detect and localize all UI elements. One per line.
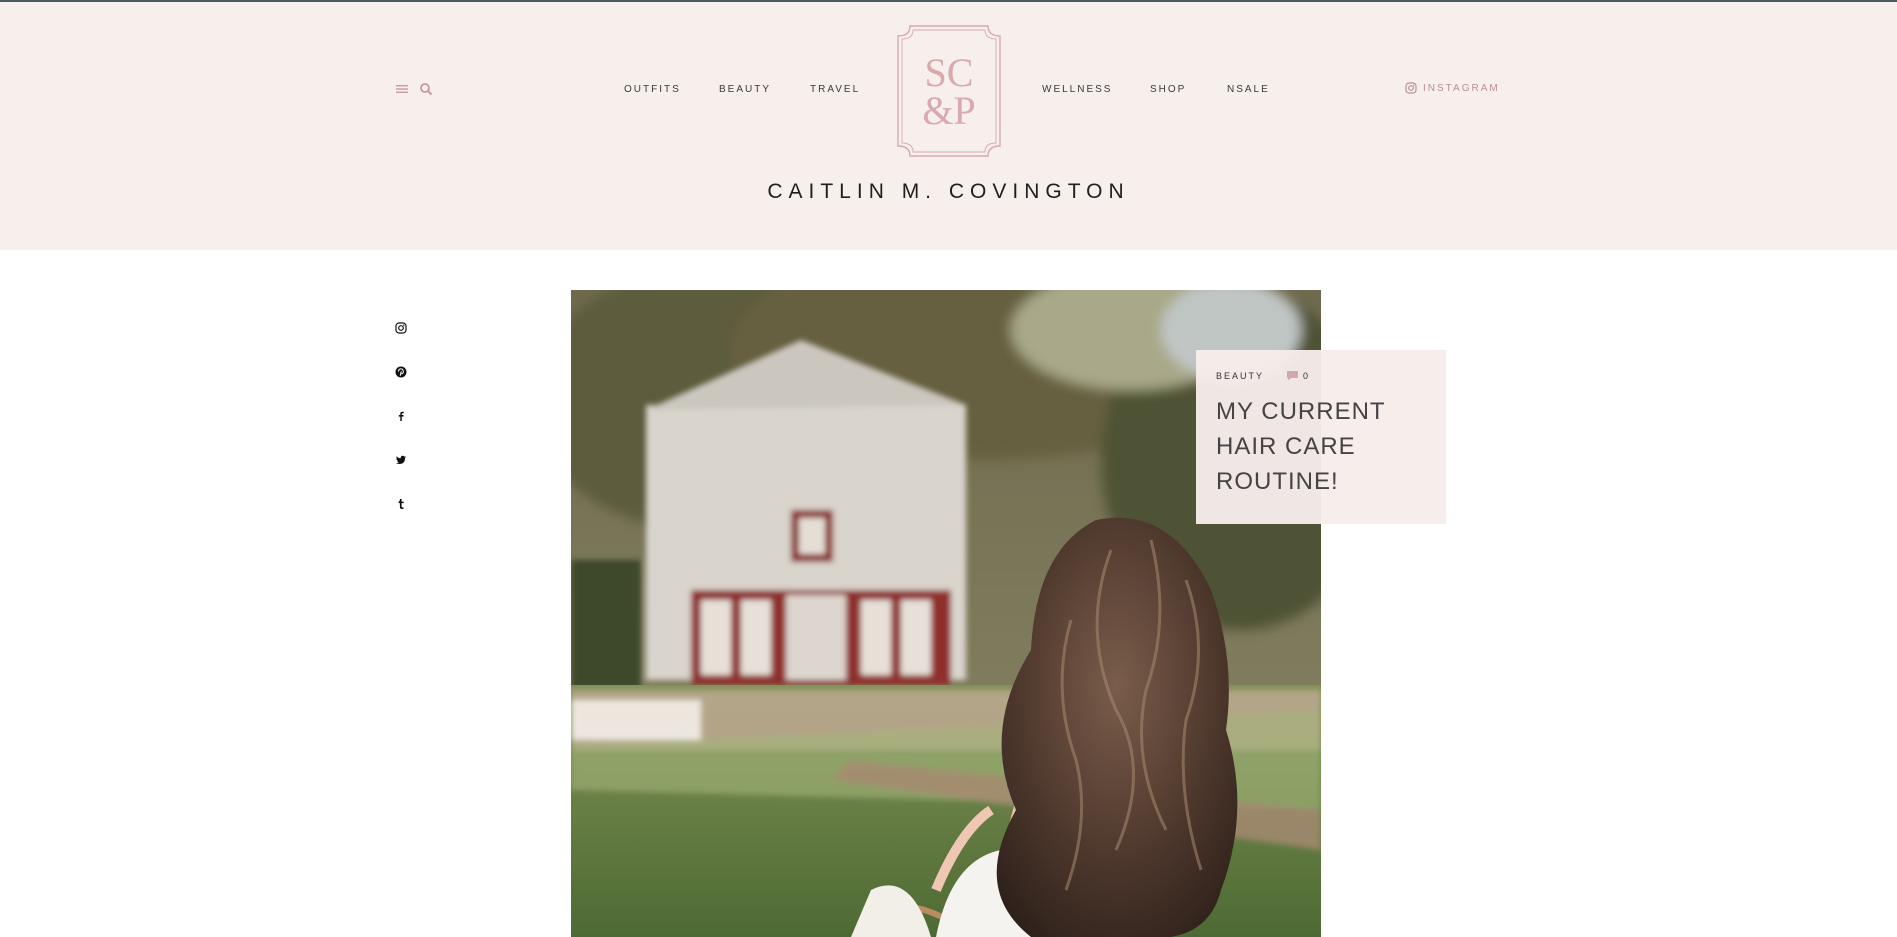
nav-travel[interactable]: TRAVEL [810,84,860,95]
nav-nsale[interactable]: NSALE [1227,84,1270,95]
facebook-icon[interactable] [393,408,409,424]
featured-post-card: BEAUTY 0 MY CURRENT HAIR CARE ROUTINE! [1196,350,1446,524]
twitter-icon[interactable] [393,452,409,468]
nav-beauty[interactable]: BEAUTY [719,84,771,95]
post-meta: BEAUTY 0 [1216,370,1310,381]
comment-link[interactable]: 0 [1286,370,1310,381]
post-title[interactable]: MY CURRENT HAIR CARE ROUTINE! [1216,394,1426,499]
site-title[interactable]: CAITLIN M. COVINGTON [0,180,1897,204]
social-share-rail [393,320,409,540]
search-icon[interactable] [419,82,433,96]
nav-wellness[interactable]: WELLNESS [1042,84,1112,95]
post-category[interactable]: BEAUTY [1216,371,1264,381]
tumblr-icon[interactable] [393,496,409,512]
comment-icon [1287,371,1299,381]
instagram-label: INSTAGRAM [1423,82,1500,94]
nav-shop[interactable]: SHOP [1150,84,1186,95]
nav-outfits[interactable]: OUTFITS [624,84,681,95]
comment-count: 0 [1303,370,1311,381]
header-tools [395,82,433,96]
instagram-link[interactable]: INSTAGRAM [1405,82,1500,94]
site-header: OUTFITS BEAUTY TRAVEL SC &P WELLNESS SHO… [0,2,1897,250]
instagram-icon[interactable] [393,320,409,336]
hamburger-icon[interactable] [395,82,409,96]
logo-text-bottom: &P [922,88,975,133]
instagram-icon [1405,82,1417,94]
logo[interactable]: SC &P [896,24,1002,158]
pinterest-icon[interactable] [393,364,409,380]
